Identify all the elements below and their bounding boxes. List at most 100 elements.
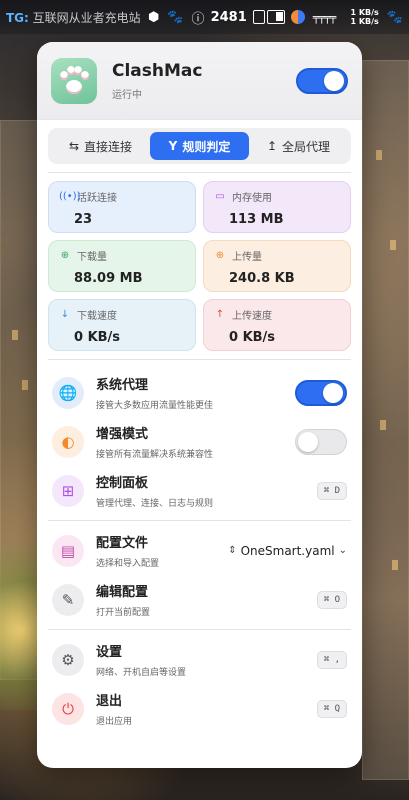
row-quit[interactable]: ⏻ 退出 退出应用 ⌘ Q: [37, 684, 362, 733]
settings-list: 🌐 系统代理 接管大多数应用流量性能更佳 ◐ 增强模式 接管所有流量解决系统兼容…: [37, 368, 362, 733]
app-icon: [51, 57, 97, 104]
power-icon: ⏻: [52, 692, 84, 725]
row-subtitle: 网络、开机自启等设置: [96, 668, 187, 678]
row-enhanced-mode[interactable]: ◐ 增强模式 接管所有流量解决系统兼容性: [37, 417, 362, 466]
divider: [48, 629, 351, 630]
paw-icon[interactable]: 🐾: [167, 10, 183, 25]
paw-pad: [66, 79, 82, 94]
memory-icon: ▭: [215, 191, 225, 202]
updown-chevron-icon: ⇕: [228, 545, 237, 556]
clash-enable-toggle[interactable]: [296, 67, 348, 94]
stat-upload-total: ⊕ 上传量 240.8 KB: [203, 240, 351, 292]
toggle-knob: [298, 431, 318, 452]
shortcut-badge: ⌘ ,: [316, 650, 347, 669]
system-proxy-toggle[interactable]: [295, 379, 347, 406]
row-system-proxy[interactable]: 🌐 系统代理 接管大多数应用流量性能更佳: [37, 368, 362, 417]
row-settings[interactable]: ⚙ 设置 网络、开机自启等设置 ⌘ ,: [37, 635, 362, 684]
row-subtitle: 打开当前配置: [96, 608, 151, 618]
row-title: 设置: [96, 645, 123, 660]
stat-active-connections: ((•)) 活跃连接 23: [48, 181, 196, 233]
mode-direct[interactable]: ⇆ 直接连接: [51, 132, 150, 160]
status-pie-icon[interactable]: [290, 10, 305, 24]
stat-value: 113 MB: [229, 212, 284, 227]
clashmac-menubar-icon[interactable]: 🐾: [387, 10, 403, 25]
at-icon[interactable]: ⓘ: [192, 8, 205, 27]
shield-icon[interactable]: ⬢: [148, 10, 159, 25]
edit-icon: ✎: [52, 583, 84, 616]
stat-download-total: ⊕ 下载量 88.09 MB: [48, 240, 196, 292]
menu-bar: TG: 互联网从业者充电站 ⬢ 🐾 ⓘ 2481 ╤╤╤╤ 1 KB/s 1 K…: [0, 0, 409, 34]
stat-value: 23: [74, 212, 93, 227]
panel-header: ClashMac 运行中: [37, 42, 362, 120]
chevron-down-icon: ⌄: [338, 545, 347, 556]
row-title: 编辑配置: [96, 585, 149, 600]
shortcut-badge: ⌘ O: [316, 590, 347, 609]
proxy-mode-selector: ⇆ 直接连接 Y 规则判定 ↥ 全局代理: [48, 128, 351, 164]
download-circle-icon: ⊕: [60, 250, 70, 261]
grid-icon: ⊞: [52, 474, 84, 507]
background-window: [380, 420, 386, 430]
stat-label: 下载速度: [77, 311, 117, 322]
divider: [48, 172, 351, 173]
row-title: 配置文件: [96, 536, 149, 551]
stats-grid: ((•)) 活跃连接 23 ▭ 内存使用 113 MB ⊕ 下载量 88.09 MB …: [48, 181, 351, 351]
menubar-count[interactable]: 2481: [211, 10, 247, 25]
stat-download-speed: ↓ 下载速度 0 KB/s: [48, 299, 196, 351]
row-config-file[interactable]: ▤ 配置文件 选择和导入配置 ⇕ OneSmart.yaml ⌄: [37, 526, 362, 575]
stat-label: 上传速度: [232, 311, 272, 322]
fork-icon: Y: [168, 139, 178, 153]
row-dashboard[interactable]: ⊞ 控制面板 管理代理、连接、日志与规则 ⌘ D: [37, 466, 362, 515]
mode-global[interactable]: ↥ 全局代理: [249, 132, 348, 160]
background-window: [376, 150, 382, 160]
upload-arrow-icon: ↑: [215, 309, 225, 320]
menubar-ticker: TG: 互联网从业者充电站: [6, 9, 140, 26]
stat-memory: ▭ 内存使用 113 MB: [203, 181, 351, 233]
upload-circle-icon: ⊕: [215, 250, 225, 261]
swap-arrows-icon: ⇆: [68, 139, 80, 153]
download-arrow-icon: ↓: [60, 309, 70, 320]
clashmac-panel: ClashMac 运行中 ⇆ 直接连接 Y 规则判定 ↥ 全局代理 ((•)) 活…: [37, 42, 362, 768]
row-title: 退出: [96, 694, 123, 709]
row-title: 系统代理: [96, 378, 149, 393]
network-monitor-icon[interactable]: ╤╤╤╤: [313, 11, 336, 24]
row-subtitle: 接管所有流量解决系统兼容性: [96, 450, 214, 460]
row-subtitle: 退出应用: [96, 717, 133, 727]
toggle-knob: [324, 70, 344, 91]
stat-value: 0 KB/s: [229, 330, 276, 345]
row-title: 增强模式: [96, 427, 149, 442]
divider: [48, 520, 351, 521]
shortcut-badge: ⌘ Q: [316, 699, 347, 718]
shield-icon: ◐: [52, 425, 84, 458]
paw-toe: [81, 70, 89, 80]
display-icon[interactable]: [266, 10, 285, 24]
stat-value: 0 KB/s: [74, 330, 121, 345]
mode-rule-label: 规则判定: [182, 139, 231, 154]
divider: [48, 359, 351, 360]
row-subtitle: 接管大多数应用流量性能更佳: [96, 401, 214, 411]
mode-rule[interactable]: Y 规则判定: [150, 132, 249, 160]
network-speed[interactable]: 1 KB/s 1 KB/s: [350, 8, 378, 26]
window-icon[interactable]: [252, 10, 265, 24]
mode-direct-label: 直接连接: [84, 139, 133, 154]
upload-speed-label: 1 KB/s: [350, 8, 379, 17]
row-edit-config[interactable]: ✎ 编辑配置 打开当前配置 ⌘ O: [37, 575, 362, 624]
background-window: [22, 380, 28, 390]
enhanced-mode-toggle[interactable]: [295, 428, 347, 455]
background-window: [392, 560, 398, 570]
app-title: ClashMac 运行中: [112, 61, 202, 101]
signal-icon: ((•)): [59, 191, 81, 202]
menubar-ticker-text: 互联网从业者充电站: [32, 10, 140, 25]
gear-icon: ⚙: [52, 643, 84, 676]
stat-label: 内存使用: [232, 193, 272, 204]
config-file-value: OneSmart.yaml: [240, 543, 335, 558]
stat-label: 活跃连接: [77, 193, 117, 204]
stat-upload-speed: ↑ 上传速度 0 KB/s: [203, 299, 351, 351]
stat-label: 下载量: [77, 252, 107, 263]
config-file-select[interactable]: ⇕ OneSmart.yaml ⌄: [228, 544, 347, 558]
stat-value: 240.8 KB: [229, 271, 295, 286]
background-window: [390, 240, 396, 250]
shortcut-badge: ⌘ D: [316, 481, 347, 500]
download-speed-label: 1 KB/s: [350, 17, 379, 26]
background-window: [12, 330, 18, 340]
config-file-icon: ▤: [52, 534, 84, 567]
